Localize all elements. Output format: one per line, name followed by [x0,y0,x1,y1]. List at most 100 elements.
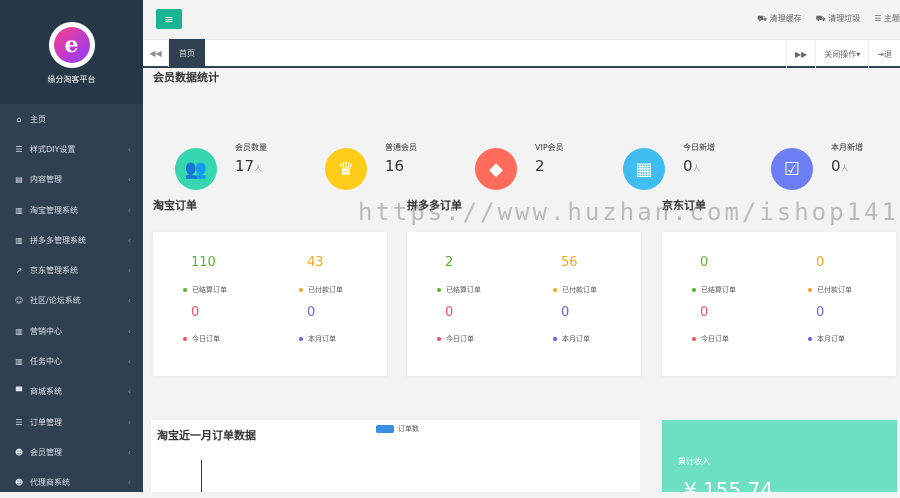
close-ops-dropdown[interactable]: 关闭操作▾ [815,40,868,68]
dot-icon [808,337,812,341]
sidebar-item-label: 商城系统 [30,387,62,397]
brand-title: 缘分淘客平台 [47,75,96,84]
chevron-left-icon: ‹ [127,478,131,488]
today-label: 今日订单 [692,334,729,344]
tab-scroll-right-button[interactable]: ▶▶ [785,40,815,68]
stat-text: VIP会员 2 [535,142,564,175]
sidebar-item[interactable]: ☰ 订单管理 ‹ [0,407,143,437]
clear-trash-link[interactable]: ⛟ 清理垃圾 [816,13,861,24]
sidebar-item[interactable]: ▀ 商城系统 ‹ [0,377,143,407]
month-count: 0 [816,305,825,320]
stat-value-row: 17人 [235,157,267,175]
sidebar-item[interactable]: ▥ 淘宝管理系统 ‹ [0,195,143,225]
stat-value: 17 [235,157,255,175]
menu-toggle-button[interactable]: ≡ [156,9,182,29]
legend-label: 订单数 [398,425,419,433]
exit-button[interactable]: ⇥ 退 [868,40,900,68]
stat-unit: 人 [840,164,849,173]
top-bar: ≡ ⛟ 清理缓存 ⛟ 清理垃圾 ☰ 主题 [143,0,900,40]
order-card: 110 43 已结算订单 已付款订单 0 0 今日订单 本月订单 [153,232,387,376]
today-count: 0 [445,305,454,320]
stat-value: 16 [385,157,405,175]
tab-home[interactable]: 首页 [169,39,205,67]
chart-legend[interactable]: 订单数 [376,424,419,434]
tab-scroll-left-button[interactable]: ◀◀ [143,39,169,67]
month-count: 0 [307,305,316,320]
sidebar-item[interactable]: ▥ 营销中心 ‹ [0,316,143,346]
sidebar-item-label: 京东管理系统 [30,266,78,276]
theme-link[interactable]: ☰ 主题 [874,13,900,24]
double-right-icon: ▶▶ [794,49,808,59]
sidebar-item[interactable]: ↗ 京东管理系统 ‹ [0,255,143,285]
sidebar-item[interactable]: ▤ 内容管理 ‹ [0,165,143,195]
stat-label: VIP会员 [535,143,564,152]
stat-item: 👥 会员数量 17人 [175,143,267,190]
menu-icon: ▥ [15,326,23,336]
month-text: 本月订单 [308,335,336,343]
menu-icon: ▤ [15,175,23,185]
sidebar-item[interactable]: ⌂ 主页 [0,104,143,134]
stat-value-row: 2 [535,157,564,175]
order-section-title: 京东订单 [662,199,706,212]
today-text: 今日订单 [192,335,220,343]
exit-label: 退 [884,49,892,59]
chevron-left-icon: ‹ [127,357,131,367]
dot-icon [692,337,696,341]
stat-value-row: 16 [385,157,417,175]
settled-text: 已结算订单 [446,286,481,294]
settled-count: 110 [191,255,216,270]
today-count: 0 [700,305,709,320]
list-icon: ☰ [874,14,884,23]
stat-label: 今日新增 [683,143,715,152]
sidebar-item[interactable]: ☰ 样式DIY设置 ‹ [0,134,143,164]
today-label: 今日订单 [437,334,474,344]
menu-icon: ▀ [15,387,23,397]
today-text: 今日订单 [701,335,729,343]
sidebar-item[interactable]: ▥ 任务中心 ‹ [0,346,143,376]
order-section-title: 淘宝订单 [153,199,197,212]
logo-mark: e [53,27,90,63]
income-label: 累计收入 [678,457,710,466]
settled-label: 已结算订单 [183,285,227,295]
top-links: ⛟ 清理缓存 ⛟ 清理垃圾 ☰ 主题 [757,13,900,24]
menu-icon: ☺ [14,296,24,306]
dot-icon [183,288,187,292]
order-section-title: 拼多多订单 [407,199,462,212]
paid-count: 56 [561,255,578,270]
dot-icon [437,337,441,341]
brand-area: e 缘分淘客平台 [0,0,143,104]
settled-text: 已结算订单 [701,286,736,294]
clear-cache-label: 清理缓存 [769,14,802,23]
sidebar-item[interactable]: ☻ 会员管理 ‹ [0,437,143,467]
clear-trash-label: 清理垃圾 [828,14,861,23]
theme-label: 主题 [884,14,900,23]
sidebar-nav: ⌂ 主页 ☰ 样式DIY设置 ‹ ▤ 内容管理 ‹ ▥ 淘宝管理系统 ‹ ▥ 拼多多管… [0,104,143,498]
sidebar-item[interactable]: ☺ 社区/论坛系统 ‹ [0,286,143,316]
cart-icon: ⛟ [815,14,829,23]
sidebar-item-label: 内容管理 [30,175,62,185]
month-count: 0 [561,305,570,320]
stat-item: ◆ VIP会员 2 [475,143,564,190]
sidebar-item[interactable]: ☻ 代理商系统 ‹ [0,468,143,498]
stat-item: ▦ 今日新增 0人 [623,143,715,190]
paid-label: 已付款订单 [553,285,597,295]
order-card: 0 0 已结算订单 已付款订单 0 0 今日订单 本月订单 [662,232,896,376]
clear-cache-link[interactable]: ⛟ 清理缓存 [757,13,802,24]
menu-icon: ⌂ [16,114,22,124]
dot-icon [183,337,187,341]
member-stats-title: 会员数据统计 [153,71,219,84]
crown-icon: ♛ [325,148,367,190]
dot-icon [553,337,557,341]
chevron-left-icon: ‹ [127,235,131,245]
menu-icon: ☰ [15,144,23,154]
logo[interactable]: e [48,22,95,68]
income-card: 累计收入 ¥ 155.74 [662,420,897,494]
chart-y-axis [201,460,202,492]
stat-value: 2 [535,157,545,175]
paid-text: 已付款订单 [817,286,852,294]
month-text: 本月订单 [562,335,590,343]
sidebar-item[interactable]: ▥ 拼多多管理系统 ‹ [0,225,143,255]
month-label: 本月订单 [808,334,845,344]
stat-label: 会员数量 [235,143,267,152]
menu-icon: ↗ [15,266,23,276]
